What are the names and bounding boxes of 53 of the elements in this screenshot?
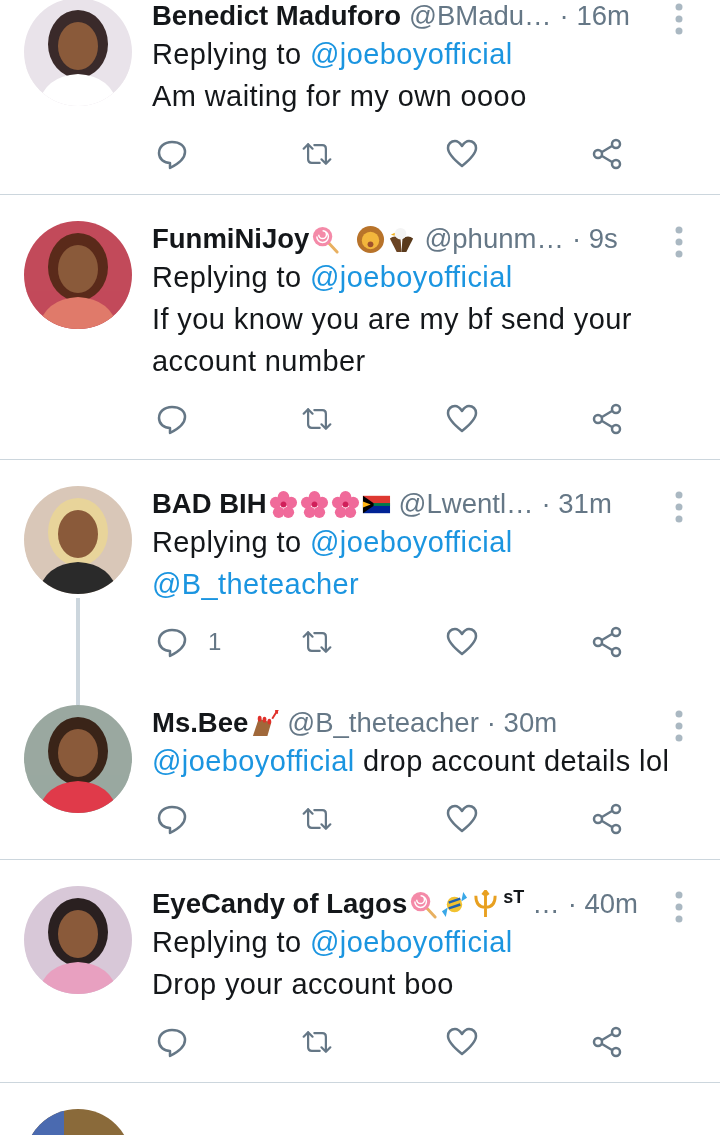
tweet-time: · 40m — [567, 888, 638, 920]
user-name[interactable]: Benedict Maduforo — [152, 0, 402, 32]
reply-icon — [156, 403, 188, 435]
lollipop-emoji-icon — [409, 889, 439, 919]
user-handle: @BMadu… — [409, 0, 552, 32]
tweet-text: If you know you are my bf send your account number — [152, 302, 633, 379]
replying-to-text: Replying to @joeboyofficial — [152, 37, 514, 72]
user-handle: @Lwentl… — [398, 488, 534, 520]
tweet-text: Am waiting for my own oooo — [152, 79, 528, 114]
mention-link[interactable]: @joeboyofficial — [309, 926, 513, 958]
user-name[interactable]: BAD BIH — [152, 488, 267, 520]
share-icon — [591, 626, 623, 658]
tweet-time: · 16m — [559, 0, 630, 32]
mention-link[interactable]: @B_theteacher — [152, 568, 360, 600]
reply-button[interactable]: 1 — [156, 626, 297, 658]
tweet-time: · 30m — [486, 707, 558, 739]
user-handle: @B_theteacher — [287, 707, 479, 739]
share-icon — [591, 403, 623, 435]
tweet-text: Drop your account boo — [152, 967, 455, 1002]
reply-icon — [156, 138, 188, 170]
lollipop-emoji-icon — [311, 224, 341, 254]
mention-link[interactable]: @joeboyofficial — [309, 261, 513, 293]
tweet-text: @joeboyofficial drop account details lol — [152, 744, 671, 779]
replying-to-text: Replying to @joeboyofficial — [152, 925, 514, 960]
replying-to-text: Replying to @joeboyofficial — [152, 525, 514, 560]
user-name[interactable]: EyeCandy of Lagos — [152, 888, 408, 920]
user-name[interactable]: Ms.Bee — [152, 707, 249, 739]
hibiscus-emoji-icon — [330, 489, 360, 519]
name-suffix: sT — [503, 887, 525, 908]
share-icon — [591, 803, 623, 835]
heart-icon — [446, 1026, 478, 1058]
reply-icon — [156, 626, 188, 658]
nails-emoji-icon — [250, 708, 280, 738]
reply-icon — [156, 1026, 188, 1058]
heart-icon — [446, 138, 478, 170]
mention-link[interactable]: @joeboyofficial — [309, 526, 513, 558]
candy-emoji-icon — [440, 889, 470, 919]
tweet-time: · 9s — [571, 223, 618, 255]
hibiscus-emoji-icon — [299, 489, 329, 519]
heart-icon — [446, 803, 478, 835]
heart-icon — [446, 626, 478, 658]
user-handle: … — [532, 888, 560, 920]
share-icon — [591, 1026, 623, 1058]
share-icon — [591, 138, 623, 170]
tweet-time: · 31m — [541, 488, 612, 520]
replying-to-text: Replying to @joeboyofficial — [152, 260, 514, 295]
heart-icon — [446, 403, 478, 435]
mention-link[interactable]: @joeboyofficial — [309, 38, 513, 70]
user-name[interactable]: FunmiNiJoy — [152, 223, 310, 255]
hibiscus-emoji-icon — [268, 489, 298, 519]
user-handle: @phunm… — [424, 223, 564, 255]
reply-icon — [156, 803, 188, 835]
mention-link[interactable]: @joeboyofficial — [152, 745, 355, 777]
